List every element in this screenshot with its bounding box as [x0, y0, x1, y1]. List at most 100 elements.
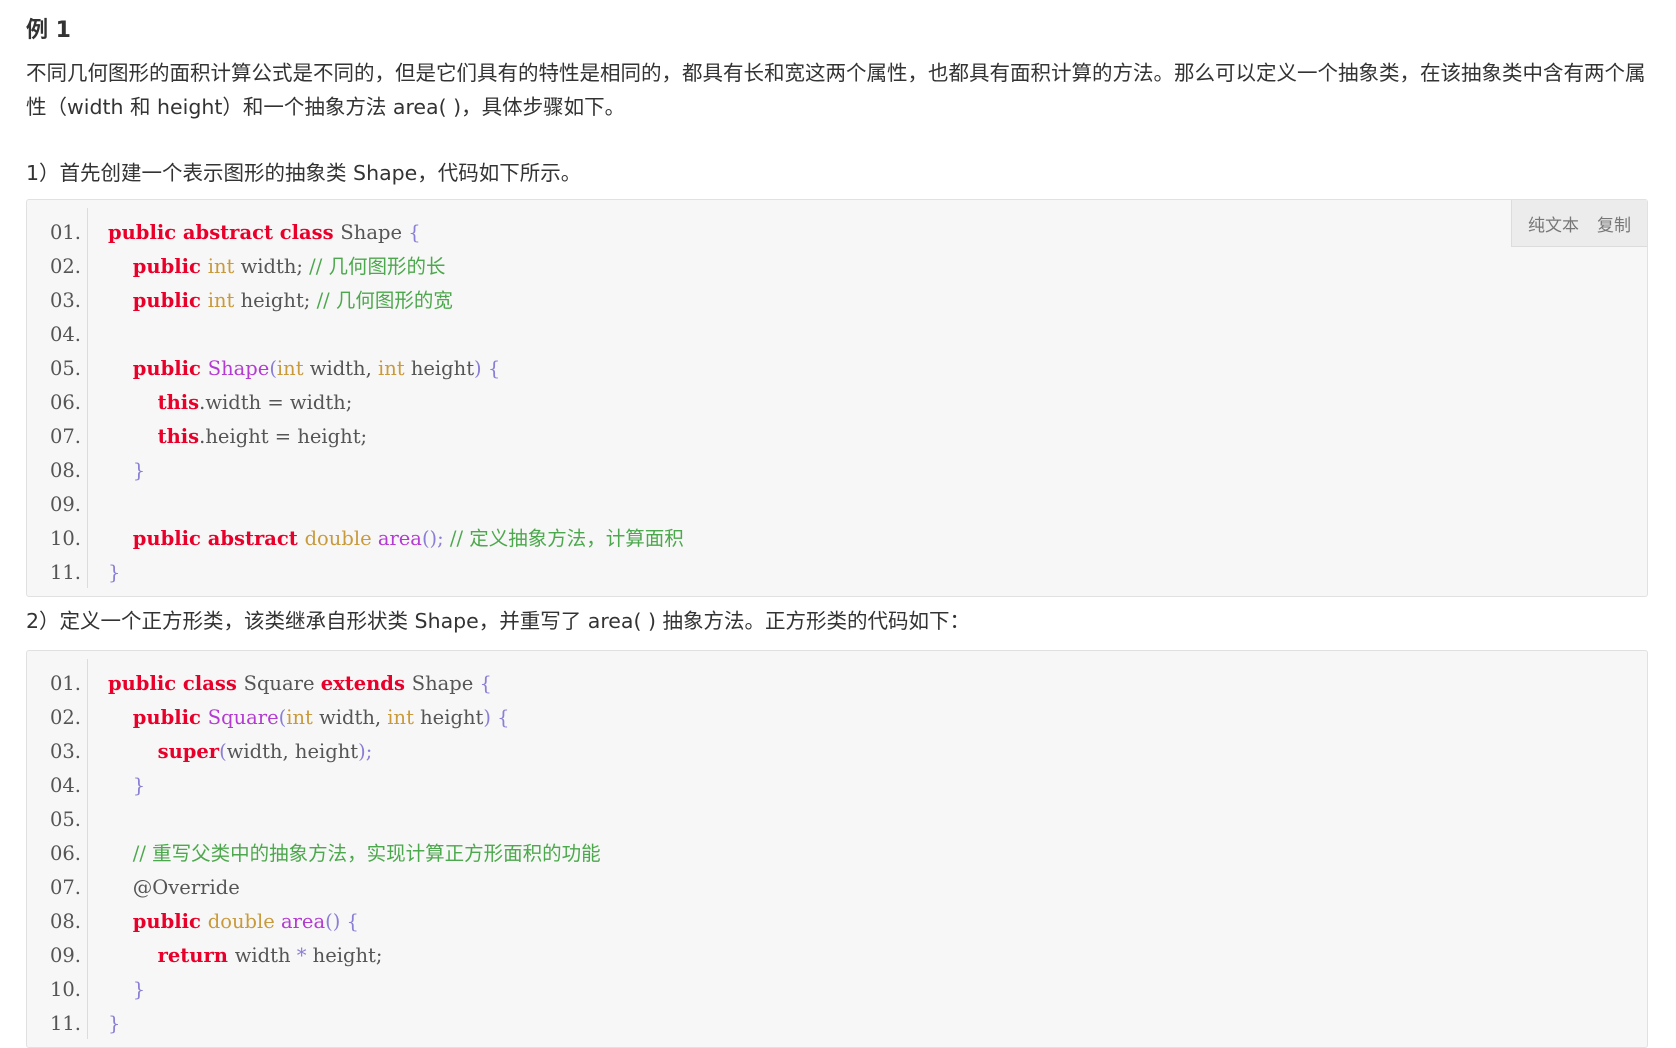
code-token: height;: [306, 944, 383, 967]
line-number: 11.: [49, 561, 81, 584]
code-line: 08. public double area() {: [27, 905, 1647, 939]
code-token: width, height: [226, 740, 359, 763]
code-text: public int height; // 几何图形的宽: [108, 284, 453, 318]
line-number: 03.: [49, 289, 81, 312]
code-token: return: [157, 944, 235, 967]
code-line: 03. super(width, height);: [27, 735, 1647, 769]
code-token: // 几何图形的长: [309, 255, 446, 278]
code-line: 07. @Override: [27, 871, 1647, 905]
line-number: 02.: [49, 706, 81, 729]
code-token: (: [219, 740, 227, 763]
code-token: int: [387, 706, 421, 729]
code-token: width,: [319, 706, 388, 729]
code-text: return width * height;: [108, 939, 383, 973]
line-number: 03.: [49, 740, 81, 763]
code-token: {: [479, 672, 492, 695]
intro-paragraph: 不同几何图形的面积计算公式是不同的，但是它们具有的特性是相同的，都具有长和宽这两…: [26, 61, 1646, 119]
code-token: }: [132, 459, 146, 482]
code-text: public class Square extends Shape {: [108, 667, 492, 701]
code-token: int: [207, 289, 241, 312]
line-number: 01.: [49, 221, 81, 244]
code-text: this.height = height;: [108, 420, 368, 454]
code-token: this: [157, 425, 200, 448]
code-text: public abstract class Shape {: [108, 216, 421, 250]
code-token: ) {: [474, 357, 501, 380]
code-text: public int width; // 几何图形的长: [108, 250, 446, 284]
code-token: public class: [108, 672, 244, 695]
code-line: 06. // 重写父类中的抽象方法，实现计算正方形面积的功能: [27, 837, 1647, 871]
code-line: 01. public class Square extends Shape {: [27, 667, 1647, 701]
code-token: int: [276, 357, 310, 380]
code-token: Shape: [340, 221, 409, 244]
code-line: 04. }: [27, 769, 1647, 803]
article-page: 例 1 不同几何图形的面积计算公式是不同的，但是它们具有的特性是相同的，都具有长…: [0, 0, 1676, 1048]
code-token: Square: [207, 706, 279, 729]
line-number: 08.: [49, 910, 81, 933]
code-block-shape: 纯文本 复制 01. public abstract class Shape {0…: [26, 199, 1648, 597]
code-token: double: [207, 910, 281, 933]
code-text: // 重写父类中的抽象方法，实现计算正方形面积的功能: [108, 837, 601, 871]
code-token: (: [269, 357, 277, 380]
step-2-text: 2）定义一个正方形类，该类继承自形状类 Shape，并重写了 area( ) 抽…: [26, 609, 971, 633]
code-lines: 01. public class Square extends Shape { 02…: [27, 667, 1647, 1041]
code-token: }: [132, 978, 146, 1001]
code-token: () {: [325, 910, 359, 933]
code-token: double: [304, 527, 378, 550]
line-number: 08.: [49, 459, 81, 482]
code-text: }: [108, 769, 145, 803]
code-token: int: [207, 255, 241, 278]
code-text: this.width = width;: [108, 386, 353, 420]
line-number: 05.: [49, 808, 81, 831]
code-token: }: [132, 774, 146, 797]
code-line: 09. return width * height;: [27, 939, 1647, 973]
step-1-text: 1）首先创建一个表示图形的抽象类 Shape，代码如下所示。: [26, 161, 582, 185]
code-line: 10. public abstract double area(); // 定义…: [27, 522, 1647, 556]
code-line: 03. public int height; // 几何图形的宽: [27, 284, 1647, 318]
code-text: public Square(int width, int height) {: [108, 701, 510, 735]
code-token: Shape: [411, 672, 480, 695]
code-token: .height = height;: [199, 425, 368, 448]
line-number: 07.: [49, 425, 81, 448]
line-number: 10.: [49, 978, 81, 1001]
code-token: public: [132, 357, 208, 380]
code-token: Shape: [207, 357, 270, 380]
code-line: 04.: [27, 318, 1647, 352]
code-text: public double area() {: [108, 905, 359, 939]
code-token: public: [132, 255, 208, 278]
code-token: public: [132, 910, 208, 933]
code-text: }: [108, 556, 120, 590]
code-token: ) {: [483, 706, 510, 729]
example-title: 例 1: [26, 18, 71, 43]
code-token: public: [132, 289, 208, 312]
code-token: public abstract class: [108, 221, 341, 244]
code-text: public abstract double area(); // 定义抽象方法…: [108, 522, 684, 556]
code-token: );: [358, 740, 373, 763]
code-line: 10. }: [27, 973, 1647, 1007]
code-line: 01. public abstract class Shape {: [27, 216, 1647, 250]
code-text: }: [108, 973, 145, 1007]
code-line: 08. }: [27, 454, 1647, 488]
code-token: area: [280, 910, 326, 933]
line-number: 04.: [49, 774, 81, 797]
code-line: 11.}: [27, 1007, 1647, 1041]
code-token: public: [132, 706, 208, 729]
code-token: extends: [320, 672, 412, 695]
line-number: 09.: [49, 944, 81, 967]
code-block-square: 01. public class Square extends Shape { 02…: [26, 650, 1648, 1048]
code-token: width: [234, 944, 297, 967]
line-number: 05.: [49, 357, 81, 380]
code-text: }: [108, 1007, 120, 1041]
code-token: .width = width;: [199, 391, 353, 414]
code-text: @Override: [108, 871, 240, 905]
code-token: int: [377, 357, 411, 380]
code-token: {: [408, 221, 421, 244]
